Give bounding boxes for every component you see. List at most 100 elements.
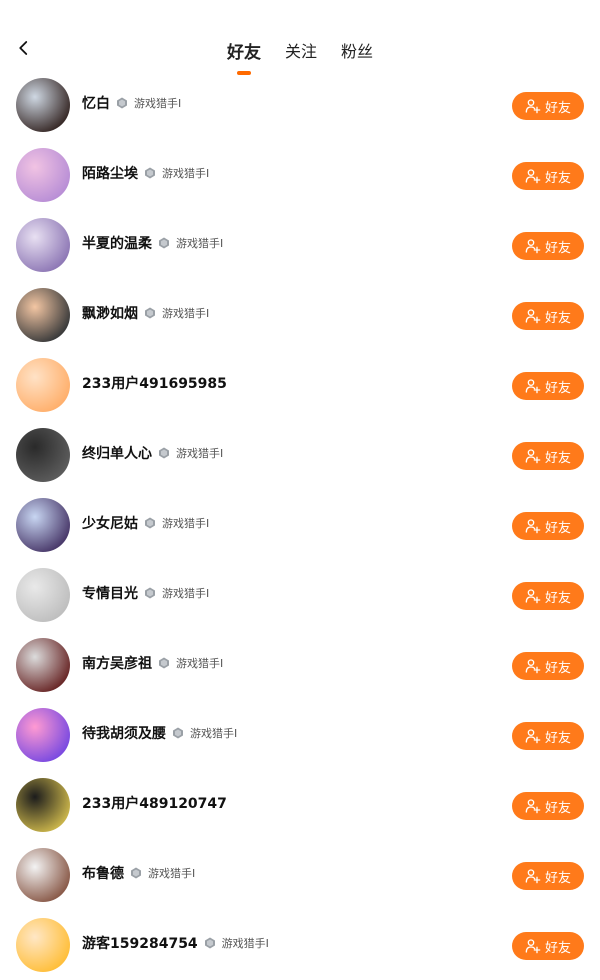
friend-button[interactable]: 好友: [512, 162, 584, 190]
level-badge-text: 游戏猎手I: [148, 867, 196, 880]
level-badge-icon: [204, 937, 215, 949]
avatar[interactable]: [16, 708, 70, 762]
list-item[interactable]: 233用户489120747 好友: [0, 770, 600, 840]
user-name: 终归单人心: [82, 446, 152, 462]
list-item[interactable]: 专情目光 游戏猎手I 好友: [0, 560, 600, 630]
list-item[interactable]: 半夏的温柔 游戏猎手I 好友: [0, 210, 600, 280]
level-badge-icon: [159, 447, 169, 459]
list-item[interactable]: 游客159284754 游戏猎手I 好友: [0, 910, 600, 980]
add-friend-icon: [525, 939, 541, 954]
name-wrap: 少女尼姑 游戏猎手I: [82, 513, 209, 533]
level-badge-text: 游戏猎手I: [221, 937, 269, 950]
status-bar: [0, 0, 600, 24]
level-badge-icon: [145, 307, 155, 319]
level-badge-icon: [131, 867, 141, 879]
friend-button-label: 好友: [544, 310, 571, 326]
level-badge-text: 游戏猎手I: [176, 447, 224, 460]
list-item[interactable]: 布鲁德 游戏猎手I 好友: [0, 840, 600, 910]
avatar[interactable]: [16, 848, 70, 902]
header: 好友 关注 粉丝: [0, 24, 600, 76]
friend-button-label: 好友: [544, 590, 571, 606]
list-item[interactable]: 飘渺如烟 游戏猎手I 好友: [0, 280, 600, 350]
name-wrap: 游客159284754 游戏猎手I: [82, 933, 269, 953]
avatar[interactable]: [16, 358, 70, 412]
name-wrap: 南方吴彦祖 游戏猎手I: [82, 653, 223, 673]
friend-button-label: 好友: [544, 100, 571, 116]
level-badge-icon: [173, 727, 183, 739]
add-friend-icon: [525, 659, 541, 674]
name-wrap: 飘渺如烟 游戏猎手I: [82, 303, 209, 323]
friend-button[interactable]: 好友: [512, 652, 584, 680]
tab-friends[interactable]: 好友: [227, 38, 261, 63]
list-item[interactable]: 终归单人心 游戏猎手I 好友: [0, 420, 600, 490]
avatar[interactable]: [16, 638, 70, 692]
level-badge-text: 游戏猎手I: [162, 587, 210, 600]
level-badge-icon: [145, 587, 155, 599]
avatar[interactable]: [16, 78, 70, 132]
friend-button[interactable]: 好友: [512, 722, 584, 750]
name-wrap: 半夏的温柔 游戏猎手I: [82, 233, 223, 253]
tab-fans[interactable]: 粉丝: [341, 38, 373, 62]
user-name: 半夏的温柔: [82, 236, 152, 252]
user-name: 忆白: [82, 96, 110, 112]
user-name: 游客159284754: [82, 936, 198, 952]
add-friend-icon: [525, 239, 541, 254]
friend-list: 忆白 游戏猎手I 好友 陌路尘埃 游戏猎手I 好友 半夏的温柔 游戏猎手I 好友 飘渺如烟 游戏猎手…: [0, 70, 600, 980]
level-badge-text: 游戏猎手I: [162, 517, 210, 530]
name-wrap: 忆白 游戏猎手I: [82, 93, 181, 113]
name-wrap: 陌路尘埃 游戏猎手I: [82, 163, 209, 183]
add-friend-icon: [525, 99, 541, 114]
level-badge-text: 游戏猎手I: [190, 727, 238, 740]
level-badge-text: 游戏猎手I: [176, 237, 224, 250]
user-name: 陌路尘埃: [82, 166, 138, 182]
add-friend-icon: [525, 729, 541, 744]
list-item[interactable]: 忆白 游戏猎手I 好友: [0, 70, 600, 140]
avatar[interactable]: [16, 148, 70, 202]
level-badge-text: 游戏猎手I: [162, 307, 210, 320]
name-wrap: 233用户489120747: [82, 793, 227, 813]
level-badge-icon: [159, 237, 169, 249]
name-wrap: 233用户491695985: [82, 373, 227, 393]
friend-button[interactable]: 好友: [512, 92, 584, 120]
friend-button[interactable]: 好友: [512, 862, 584, 890]
level-badge-text: 游戏猎手I: [162, 167, 210, 180]
list-item[interactable]: 陌路尘埃 游戏猎手I 好友: [0, 140, 600, 210]
friend-button[interactable]: 好友: [512, 442, 584, 470]
user-name: 233用户489120747: [82, 796, 227, 812]
friend-button-label: 好友: [544, 800, 571, 816]
avatar[interactable]: [16, 498, 70, 552]
friend-button-label: 好友: [544, 240, 571, 256]
name-wrap: 终归单人心 游戏猎手I: [82, 443, 223, 463]
list-item[interactable]: 233用户491695985 好友: [0, 350, 600, 420]
friend-button[interactable]: 好友: [512, 792, 584, 820]
level-badge-icon: [117, 97, 127, 109]
user-name: 233用户491695985: [82, 376, 227, 392]
add-friend-icon: [525, 449, 541, 464]
friend-button[interactable]: 好友: [512, 302, 584, 330]
friend-button[interactable]: 好友: [512, 932, 584, 960]
name-wrap: 布鲁德 游戏猎手I: [82, 863, 195, 883]
avatar[interactable]: [16, 218, 70, 272]
avatar[interactable]: [16, 428, 70, 482]
name-wrap: 待我胡须及腰 游戏猎手I: [82, 723, 237, 743]
level-badge-text: 游戏猎手I: [176, 657, 224, 670]
friend-button-label: 好友: [544, 450, 571, 466]
list-item[interactable]: 待我胡须及腰 游戏猎手I 好友: [0, 700, 600, 770]
add-friend-icon: [525, 589, 541, 604]
level-badge-text: 游戏猎手I: [134, 97, 182, 110]
avatar[interactable]: [16, 778, 70, 832]
avatar[interactable]: [16, 918, 70, 972]
friend-button[interactable]: 好友: [512, 582, 584, 610]
friend-button[interactable]: 好友: [512, 372, 584, 400]
list-item[interactable]: 少女尼姑 游戏猎手I 好友: [0, 490, 600, 560]
friend-button[interactable]: 好友: [512, 232, 584, 260]
tab-following[interactable]: 关注: [285, 38, 317, 62]
avatar[interactable]: [16, 568, 70, 622]
add-friend-icon: [525, 869, 541, 884]
friend-button[interactable]: 好友: [512, 512, 584, 540]
friend-button-label: 好友: [544, 870, 571, 886]
avatar[interactable]: [16, 288, 70, 342]
add-friend-icon: [525, 169, 541, 184]
user-name: 专情目光: [82, 586, 138, 602]
list-item[interactable]: 南方吴彦祖 游戏猎手I 好友: [0, 630, 600, 700]
